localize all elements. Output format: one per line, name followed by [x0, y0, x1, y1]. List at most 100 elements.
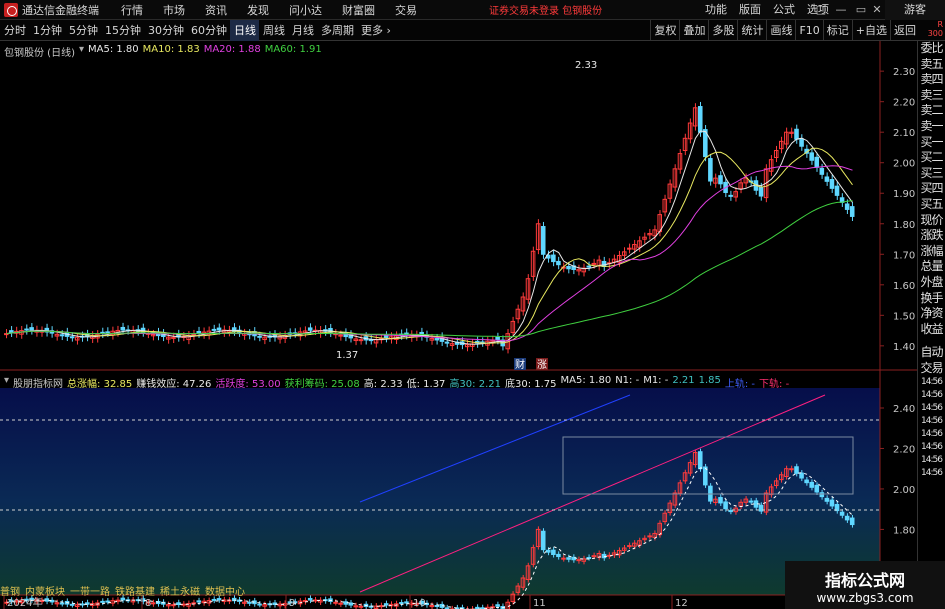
- indicator-candle-body: [794, 466, 799, 474]
- board-link-inner-mongolia[interactable]: 内蒙板块: [25, 583, 65, 598]
- indicator-candle-body: [849, 517, 855, 526]
- dropdown-icon[interactable]: ▾: [79, 44, 84, 59]
- candle-body: [814, 156, 820, 168]
- kline-chart[interactable]: 2.30 2.20 2.10 2.00 1.90 1.80 1.70 1.60 1.50 1.40…: [0, 0, 917, 609]
- main-y-tick-label: 1.60: [893, 281, 915, 292]
- board-link-data-center[interactable]: 数据中心: [205, 583, 245, 598]
- indicator-candle-body: [100, 600, 105, 603]
- ma-legend: 包钢股份 (日线) ▾ MA5: 1.80 MA10: 1.83 MA20: 1…: [4, 44, 322, 59]
- ind-label-low: 低: 1.37: [406, 379, 446, 390]
- sidebar-item-23[interactable]: 14:56: [918, 389, 945, 402]
- sidebar-item-10[interactable]: 买五: [918, 197, 945, 213]
- ind-label-upper-band: 上轨: -: [724, 379, 756, 390]
- sidebar-item-28[interactable]: 14:56: [918, 454, 945, 467]
- sidebar-item-17[interactable]: 净资: [918, 306, 945, 322]
- candle-body: [566, 266, 571, 270]
- candle-body: [196, 330, 202, 334]
- indicator-candle-body: [723, 501, 728, 510]
- sidebar-item-16[interactable]: 换手: [918, 291, 945, 307]
- x-tick-label: 12: [675, 598, 688, 609]
- sidebar-item-15[interactable]: 外盘: [918, 275, 945, 291]
- indicator-candle-body: [591, 555, 597, 558]
- indicator-candle-body: [171, 604, 176, 607]
- candle-body: [601, 260, 607, 267]
- indicator-candle-body: [257, 603, 262, 606]
- candle-body: [834, 185, 840, 196]
- indicator-candle-body: [804, 479, 809, 484]
- sidebar-item-20[interactable]: 自动: [918, 345, 945, 361]
- board-link-rare-earth[interactable]: 稀土永磁: [160, 583, 200, 598]
- sidebar-item-22[interactable]: 14:56: [918, 376, 945, 389]
- candle-body: [383, 335, 389, 339]
- stock-label[interactable]: 包钢股份 (日线): [4, 44, 75, 59]
- sidebar-item-13[interactable]: 涨幅: [918, 244, 945, 260]
- candle-body: [844, 203, 850, 210]
- sidebar-item-14[interactable]: 总量: [918, 259, 945, 275]
- board-link-steel[interactable]: 普钢: [0, 583, 20, 598]
- candle-body: [829, 179, 835, 189]
- sidebar-item-1[interactable]: 卖五: [918, 57, 945, 73]
- indicator-candle-body: [383, 603, 389, 606]
- sidebar-item-18[interactable]: 收益: [918, 322, 945, 338]
- candle-body: [551, 254, 556, 263]
- indicator-candle-body: [748, 500, 754, 503]
- indicator-candle-body: [434, 605, 440, 608]
- quote-sidebar: 委比 卖五 卖四 卖三 卖二 卖一 买一 买二 买三 买四 买五 现价 涨跌 涨幅 总量 外盘 换手 净资 收益自动…: [917, 41, 945, 609]
- ind-y-tick-label: 2.20: [893, 444, 915, 455]
- sidebar-item-7[interactable]: 买二: [918, 150, 945, 166]
- indicator-candle-body: [824, 497, 830, 502]
- indicator-candle-body: [819, 492, 825, 498]
- main-y-tick-label: 2.20: [893, 98, 915, 109]
- indicator-candle-body: [333, 601, 338, 604]
- board-link-railway[interactable]: 铁路基建: [115, 583, 155, 598]
- candle-body: [105, 331, 110, 334]
- watermark-title: 指标公式网: [824, 571, 905, 590]
- sidebar-item-8[interactable]: 买三: [918, 166, 945, 182]
- candle-body: [728, 194, 733, 197]
- candle-body: [824, 176, 830, 182]
- indicator-candle-body: [211, 598, 217, 601]
- sidebar-item-26[interactable]: 14:56: [918, 428, 945, 441]
- sidebar-item-3[interactable]: 卖三: [918, 88, 945, 104]
- indicator-candle-body: [839, 511, 845, 516]
- sidebar-item-5[interactable]: 卖一: [918, 119, 945, 135]
- indicator-candle-body: [105, 600, 110, 603]
- indicator-candle-body: [546, 549, 551, 553]
- candle-body: [627, 247, 632, 250]
- ma5-label: MA5: 1.80: [88, 44, 139, 55]
- indicator-candle-body: [718, 497, 723, 504]
- candle-body: [556, 260, 561, 266]
- indicator-name[interactable]: 股朋指标网: [13, 375, 63, 390]
- sidebar-item-0[interactable]: 委比: [918, 41, 945, 57]
- indicator-candle-body: [399, 602, 404, 605]
- sidebar-item-25[interactable]: 14:56: [918, 415, 945, 428]
- ind-label-high: 高: 2.33: [363, 379, 403, 390]
- board-link-belt-road[interactable]: 一带一路: [70, 583, 110, 598]
- candle-body: [540, 226, 546, 255]
- x-tick-label: 9: [289, 598, 295, 609]
- indicator-candle-body: [647, 535, 652, 538]
- ind-label-high30: 高30: 2.21: [449, 379, 501, 390]
- sidebar-item-6[interactable]: 买一: [918, 135, 945, 151]
- sidebar-item-24[interactable]: 14:56: [918, 402, 945, 415]
- indicator-candle-body: [566, 557, 571, 560]
- candle-body: [59, 334, 65, 337]
- sidebar-item-4[interactable]: 卖二: [918, 103, 945, 119]
- main-y-tick-label: 1.70: [893, 250, 915, 261]
- indicator-dropdown-icon[interactable]: ▾: [4, 375, 9, 390]
- sidebar-item-11[interactable]: 现价: [918, 213, 945, 229]
- candle-body: [586, 265, 592, 268]
- main-y-tick-label: 1.50: [893, 311, 915, 322]
- sidebar-item-27[interactable]: 14:56: [918, 441, 945, 454]
- candle-body: [257, 335, 262, 338]
- sidebar-item-19: [918, 337, 945, 345]
- sidebar-item-21[interactable]: 交易: [918, 361, 945, 377]
- indicator-candle-body: [556, 553, 561, 558]
- indicator-candle-body: [540, 530, 546, 551]
- sidebar-item-29[interactable]: 14:56: [918, 467, 945, 480]
- sidebar-item-2[interactable]: 卖四: [918, 72, 945, 88]
- indicator-legend: ▾ 股朋指标网 总涨幅: 32.85 赚钱效应: 47.26 活跃度: 53.0…: [4, 375, 789, 390]
- sidebar-item-12[interactable]: 涨跌: [918, 228, 945, 244]
- sidebar-item-9[interactable]: 买四: [918, 181, 945, 197]
- ind-label-ma5: MA5: 1.80: [560, 375, 612, 386]
